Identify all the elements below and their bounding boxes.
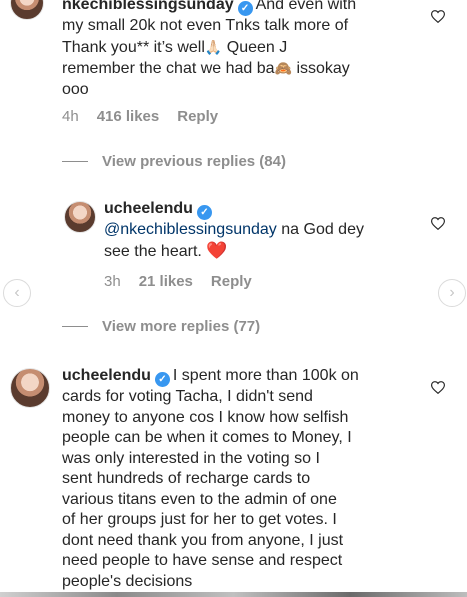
verified-badge-icon: ✓ <box>196 205 212 220</box>
comment-body: I spent more than 100k on <box>172 367 359 384</box>
chevron-left-icon[interactable]: ‹ <box>3 279 31 307</box>
comment-username[interactable]: ucheelendu <box>62 367 151 384</box>
comment-body: cards for voting Tacha, I didn't send <box>62 388 313 405</box>
comment-body: remember the chat we had ba <box>62 60 275 77</box>
chevron-right-icon[interactable]: › <box>438 279 466 307</box>
heart-outline-icon[interactable] <box>431 10 445 23</box>
view-previous-replies-button[interactable]: View previous replies (84) <box>62 153 286 170</box>
comment-body: various titans even to the admin of one <box>62 490 337 508</box>
reply-body: see the heart. <box>104 242 202 260</box>
comment-body: sent hundreds of recharge cards to <box>62 470 311 487</box>
red-heart-emoji: ❤️ <box>206 240 228 260</box>
comment-text: ucheelendu ✓ I spent more than 100k on car… <box>62 366 422 592</box>
cropped-image-strip <box>0 592 467 597</box>
see-no-evil-monkey-emoji: 🙈 <box>274 60 292 76</box>
comment-body: of her groups just for her to get votes.… <box>62 511 337 528</box>
comment-ucheelendu: ucheelendu ✓ I spent more than 100k on car… <box>0 360 467 592</box>
comment-body: Thank you** it’s well <box>62 38 205 56</box>
heart-outline-icon[interactable] <box>431 217 445 230</box>
avatar[interactable] <box>64 201 96 233</box>
divider-line <box>62 161 88 162</box>
reply-body: na God dey <box>281 221 364 238</box>
divider-line <box>62 326 88 327</box>
like-count[interactable]: 21 likes <box>139 273 193 290</box>
view-more-replies-label: View more replies (77) <box>102 318 261 335</box>
comment-body: issokay <box>296 60 350 77</box>
comment-body: ooo <box>62 80 89 98</box>
reply-meta: 3h 21 likes Reply <box>104 273 270 290</box>
reply-timestamp: 3h <box>104 273 121 290</box>
reply-ucheelendu: ucheelendu ✓ @nkechiblessingsunday na God… <box>0 195 467 295</box>
comment-body: was only interested in the voting so I <box>62 449 320 467</box>
comment-body: dont need thank you from anyone, I just <box>62 531 344 549</box>
heart-outline-icon[interactable] <box>431 381 445 394</box>
comment-text: nkechiblessingsunday ✓ And even with my sm… <box>62 0 412 100</box>
comment-body: my small 20k not even Tnks talk more of <box>62 17 349 34</box>
like-count[interactable]: 416 likes <box>97 108 160 125</box>
comment-body: Queen J <box>226 38 288 56</box>
comment-body: people can be when it comes to Money, I <box>62 429 352 446</box>
comment-meta: 4h 416 likes Reply <box>62 108 236 125</box>
reply-button[interactable]: Reply <box>177 108 218 125</box>
verified-badge-icon: ✓ <box>154 372 170 387</box>
avatar[interactable] <box>10 0 44 20</box>
avatar[interactable] <box>10 368 50 408</box>
comment-body: And even with <box>255 0 357 13</box>
reply-button[interactable]: Reply <box>211 273 252 290</box>
view-previous-replies-label: View previous replies (84) <box>102 153 286 170</box>
reply-username[interactable]: ucheelendu <box>104 200 193 217</box>
view-more-replies-button[interactable]: View more replies (77) <box>62 318 260 335</box>
comment-timestamp: 4h <box>62 108 79 125</box>
comment-body: need people to have sense and respect <box>62 552 343 569</box>
reply-text: ucheelendu ✓ @nkechiblessingsunday na God… <box>104 199 424 262</box>
folded-hands-emoji: 🙏🏻 <box>204 38 223 55</box>
verified-badge-icon: ✓ <box>237 1 253 16</box>
comment-body: money to anyone cos I know how selfish <box>62 408 349 426</box>
comment-body: people's decisions <box>62 572 193 590</box>
comment-nkechiblessingsunday: nkechiblessingsunday ✓ And even with my sm… <box>0 0 467 130</box>
mention-link[interactable]: @nkechiblessingsunday <box>104 221 277 238</box>
comment-username[interactable]: nkechiblessingsunday <box>62 0 234 13</box>
